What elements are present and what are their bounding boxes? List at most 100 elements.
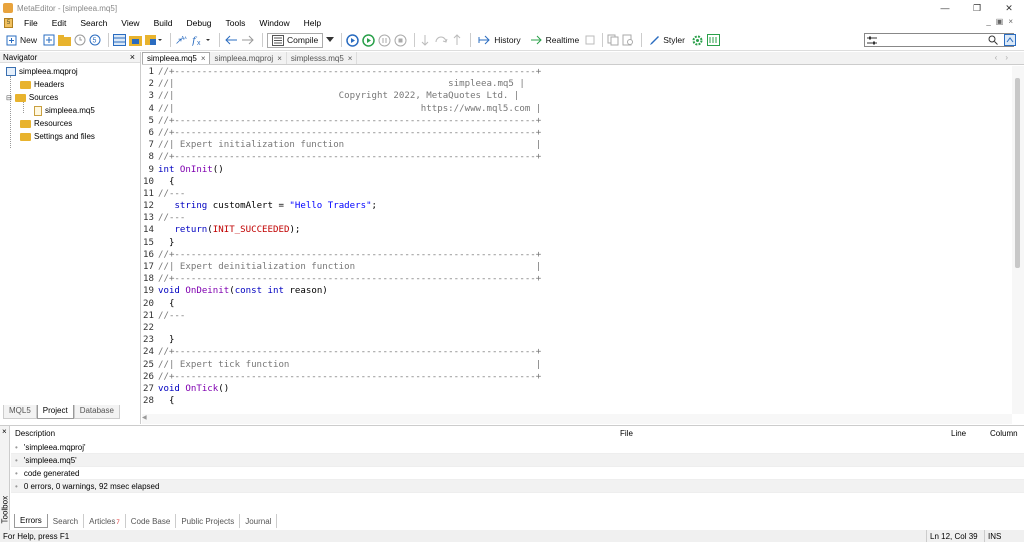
function-button[interactable]: fx (192, 32, 212, 49)
code-text[interactable]: //| Expert tick function | (158, 359, 541, 371)
code-line[interactable]: 2 //| simpleea.mq5 | (142, 78, 1012, 90)
code-line[interactable]: 28 { (142, 395, 1012, 407)
code-line[interactable]: 24 //+-----------------------------------… (142, 346, 1012, 358)
search-icon[interactable] (986, 33, 999, 47)
menu-debug[interactable]: Debug (179, 18, 218, 28)
debug-real-button[interactable] (346, 32, 359, 49)
code-line[interactable]: 26 //+-----------------------------------… (142, 371, 1012, 383)
step-into-button[interactable] (419, 32, 431, 49)
code-line[interactable]: 4 //| https://www.mql5.com | (142, 103, 1012, 115)
code-text[interactable]: //| Copyright 2022, MetaQuotes Ltd. | (158, 90, 519, 102)
code-text[interactable]: { (158, 395, 175, 407)
document-menu-icon[interactable]: 5 (4, 18, 13, 28)
code-line[interactable]: 25 //| Expert tick function | (142, 359, 1012, 371)
tab-articles[interactable]: Articles 7 (84, 514, 126, 528)
code-line[interactable]: 18 //+-----------------------------------… (142, 273, 1012, 285)
tab-errors[interactable]: Errors (14, 514, 48, 528)
tab-code-base[interactable]: Code Base (126, 514, 177, 528)
new-project-button[interactable] (43, 32, 55, 49)
code-line[interactable]: 6 //+------------------------------------… (142, 127, 1012, 139)
code-line[interactable]: 7 //| Expert initialization function | (142, 139, 1012, 151)
tab-project[interactable]: Project (36, 405, 74, 419)
code-text[interactable]: //| Expert initialization function | (158, 139, 541, 151)
styler-button[interactable]: Styler (646, 32, 688, 49)
tree-item-project[interactable]: simpleea.mqproj (0, 65, 140, 78)
tab-simpleea-mqproj[interactable]: simpleea.mqproj × (210, 52, 287, 64)
code-line[interactable]: 23 } (142, 334, 1012, 346)
pause-button[interactable] (378, 32, 391, 49)
tab-search[interactable]: Search (48, 514, 85, 528)
code-line[interactable]: 14 return(INIT_SUCCEEDED); (142, 224, 1012, 236)
code-line[interactable]: 1 //+------------------------------------… (142, 66, 1012, 78)
tree-item-settings[interactable]: Settings and files (0, 130, 140, 143)
step-out-button[interactable] (451, 32, 463, 49)
code-text[interactable]: //+-------------------------------------… (158, 127, 541, 139)
code-text[interactable]: //+-------------------------------------… (158, 66, 541, 78)
column-description[interactable]: Description (15, 429, 55, 438)
scrollbar-thumb[interactable] (1015, 78, 1020, 268)
menu-build[interactable]: Build (147, 18, 180, 28)
tree-item-simpleea-mq5[interactable]: simpleea.mq5 (0, 104, 140, 117)
stop-button[interactable] (394, 32, 407, 49)
new-button[interactable]: New (3, 32, 40, 49)
realtime-button[interactable]: Realtime (527, 32, 583, 49)
tab-mql5[interactable]: MQL5 (3, 405, 37, 419)
code-text[interactable]: void OnTick() (158, 383, 229, 395)
code-text[interactable]: //--- (158, 188, 185, 200)
table-row[interactable]: • 'simpleea.mq5' (11, 454, 1024, 467)
tab-public-projects[interactable]: Public Projects (176, 514, 241, 528)
close-icon[interactable]: × (2, 427, 7, 436)
tab-simpleea-mq5[interactable]: simpleea.mq5 × (142, 52, 211, 64)
column-file[interactable]: File (620, 429, 633, 438)
close-tab-icon[interactable]: × (348, 54, 353, 63)
wizard-button[interactable]: ↗ Aᴬ (175, 32, 189, 49)
find-button[interactable] (622, 32, 634, 49)
restore-button[interactable]: ❐ (962, 0, 992, 16)
code-line[interactable]: 19 void OnDeinit(const int reason) (142, 285, 1012, 297)
tree-item-sources[interactable]: ⊟ Sources (0, 91, 140, 104)
mql5-search-icon[interactable] (1003, 33, 1017, 47)
code-area[interactable]: 1 //+------------------------------------… (142, 66, 1012, 414)
back-history-button[interactable] (74, 32, 86, 49)
collapse-icon[interactable]: ⊟ (6, 94, 12, 102)
table-row[interactable]: • 0 errors, 0 warnings, 92 msec elapsed (11, 480, 1024, 493)
close-window-button[interactable]: ✕ (994, 0, 1024, 16)
code-text[interactable]: } (158, 334, 175, 346)
code-line[interactable]: 3 //| Copyright 2022, MetaQuotes Ltd. | (142, 90, 1012, 102)
code-text[interactable]: } (158, 237, 175, 249)
code-text[interactable]: { (158, 176, 175, 188)
tester-button[interactable] (145, 32, 163, 49)
code-text[interactable]: int OnInit() (158, 164, 224, 176)
tree-item-headers[interactable]: Headers (0, 78, 140, 91)
close-tab-icon[interactable]: × (201, 54, 206, 63)
code-line[interactable]: 27 void OnTick() (142, 383, 1012, 395)
tree-item-resources[interactable]: Resources (0, 117, 140, 130)
menu-file[interactable]: File (17, 18, 45, 28)
menu-search[interactable]: Search (73, 18, 114, 28)
navigator-toggle-button[interactable] (113, 32, 127, 49)
code-text[interactable]: //+-------------------------------------… (158, 151, 541, 163)
code-line[interactable]: 12 string customAlert = "Hello Traders"; (142, 200, 1012, 212)
code-text[interactable]: return(INIT_SUCCEEDED); (158, 224, 300, 236)
copy-button[interactable] (607, 32, 619, 49)
code-line[interactable]: 22 (142, 322, 1012, 334)
code-line[interactable]: 15 } (142, 237, 1012, 249)
settings-button[interactable] (691, 32, 704, 49)
menu-view[interactable]: View (114, 18, 146, 28)
code-text[interactable]: //| simpleea.mq5 | (158, 78, 525, 90)
code-text[interactable]: //+-------------------------------------… (158, 273, 541, 285)
table-row[interactable]: • 'simpleea.mqproj' (11, 441, 1024, 454)
step-over-button[interactable] (434, 32, 448, 49)
code-text[interactable]: //+-------------------------------------… (158, 371, 541, 383)
menu-edit[interactable]: Edit (45, 18, 74, 28)
code-line[interactable]: 5 //+------------------------------------… (142, 115, 1012, 127)
code-text[interactable]: //+-------------------------------------… (158, 249, 541, 261)
code-line[interactable]: 16 //+-----------------------------------… (142, 249, 1012, 261)
code-text[interactable]: //--- (158, 212, 185, 224)
save-button[interactable]: 5 (89, 32, 101, 49)
tab-database[interactable]: Database (73, 405, 120, 419)
code-text[interactable]: //+-------------------------------------… (158, 346, 541, 358)
code-text[interactable]: void OnDeinit(const int reason) (158, 285, 328, 297)
close-icon[interactable]: × (130, 52, 135, 62)
tab-journal[interactable]: Journal (240, 514, 278, 528)
